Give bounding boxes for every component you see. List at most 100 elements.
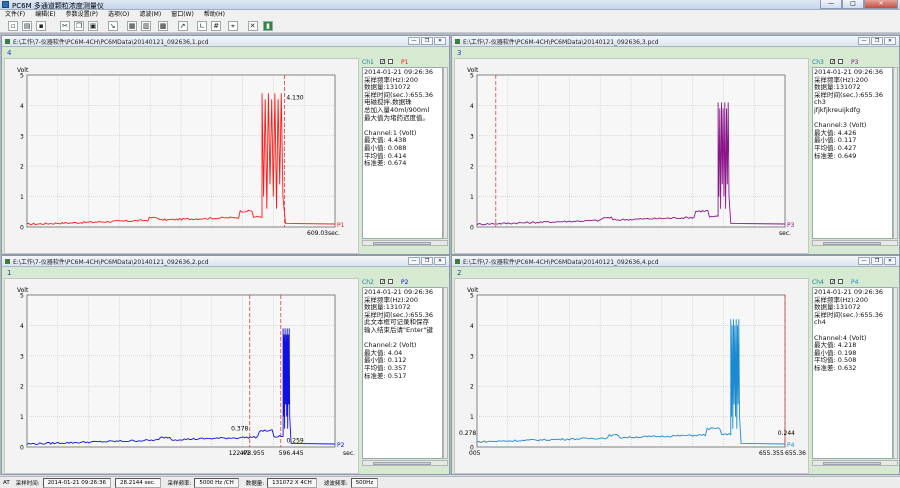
info-panel: Ch3 ✓ P3 2014-01-21 09:26:36 采样频率(Hz):200… <box>811 58 898 254</box>
close-icon[interactable]: ✕ <box>247 21 258 31</box>
new-icon[interactable]: ▫ <box>8 21 19 31</box>
menu-file[interactable]: 文件(F) <box>0 10 30 19</box>
checkbox[interactable]: ✓ <box>830 279 835 285</box>
minimize-button[interactable]: — <box>820 0 842 9</box>
child-close-button[interactable]: ✕ <box>434 257 446 265</box>
scroll-thumb[interactable] <box>823 242 881 245</box>
child-restore-button[interactable]: ❐ <box>421 257 433 265</box>
checkbox[interactable] <box>838 279 843 284</box>
y-tick-label: 2 <box>20 384 24 391</box>
channel-window-3[interactable]: E:\工作\7-仪器软件\PC6M-4CH\PC6MData\20140121_… <box>1 255 450 475</box>
plot-area[interactable]: 0 1 2 3 4 5 Volt P1 609.03sec. 4.130 <box>4 58 359 254</box>
notes-textbox[interactable]: 2014-01-21 09:26:36 采样频率(Hz):200 数据量:13107… <box>362 67 443 239</box>
table-icon[interactable]: ▥ <box>141 21 152 31</box>
notes-textbox[interactable]: 2014-01-21 09:26:36 采样频率(Hz):200 数据量:13107… <box>812 67 893 239</box>
y-tick-label: 1 <box>470 414 474 421</box>
export-icon[interactable]: ↗ <box>177 21 188 31</box>
child-title-bar[interactable]: E:\工作\7-仪器软件\PC6M-4CH\PC6MData\20140121_… <box>452 36 899 47</box>
scroll-thumb[interactable] <box>373 242 431 245</box>
series-end-label: P2 <box>337 442 345 449</box>
y-tick-label: 0 <box>470 225 474 232</box>
paste-icon[interactable]: ▣ <box>88 21 98 31</box>
print-icon[interactable]: ▩ <box>158 21 168 31</box>
channel-window-4[interactable]: E:\工作\7-仪器软件\PC6M-4CH\PC6MData\20140121_… <box>451 255 900 475</box>
status-prefix: AT <box>3 479 10 486</box>
x-marker-label: 122.49 <box>229 450 250 457</box>
line-chart[interactable]: 012345VoltP3sec. <box>455 59 808 253</box>
menu-options[interactable]: 选项(O) <box>103 10 134 19</box>
info-line: 标准差: 0.649 <box>814 151 857 160</box>
checkbox[interactable]: ✓ <box>380 279 385 285</box>
series-id: P4 <box>851 279 859 286</box>
save-icon[interactable]: ▪ <box>36 21 47 31</box>
cut-icon[interactable]: ✂ <box>60 21 70 31</box>
child-title-bar[interactable]: E:\工作\7-仪器软件\PC6M-4CH\PC6MData\20140121_… <box>2 256 449 267</box>
line-chart[interactable]: 012345VoltP2473.955122.49 596.445 sec.0.37… <box>5 279 358 473</box>
menu-filter[interactable]: 滤波(M) <box>134 10 166 19</box>
notes-textbox[interactable]: 2014-01-21 09:26:36 采样频率(Hz):200 数据量:13107… <box>362 287 443 459</box>
horizontal-scrollbar[interactable] <box>812 240 898 246</box>
plot-area[interactable]: 0 1 2 3 4 5 Volt P3 sec. <box>454 58 809 254</box>
menu-edit[interactable]: 编辑(E) <box>30 10 60 19</box>
y-tick-label: 1 <box>20 414 24 421</box>
scroll-thumb[interactable] <box>823 462 881 465</box>
x-marker-label: 655.355 <box>759 450 784 457</box>
child-restore-button[interactable]: ❐ <box>871 257 883 265</box>
child-close-button[interactable]: ✕ <box>884 257 896 265</box>
checkbox[interactable] <box>388 279 393 284</box>
zoom-icon[interactable]: ↘ <box>107 21 118 31</box>
child-minimize-button[interactable]: — <box>408 257 420 265</box>
status-value: 28.2144 sec. <box>114 477 161 488</box>
cursor-icon[interactable]: ⌖ <box>228 21 238 31</box>
vertical-scrollbar[interactable] <box>893 287 898 459</box>
menu-help[interactable]: 帮助(H) <box>199 10 230 19</box>
close-button[interactable]: ✕ <box>864 0 898 9</box>
open-icon[interactable]: ▤ <box>22 21 33 31</box>
child-close-button[interactable]: ✕ <box>434 37 446 45</box>
child-restore-button[interactable]: ❐ <box>871 37 883 45</box>
y-tick-label: 3 <box>20 353 24 360</box>
menu-params[interactable]: 参数设置(P) <box>61 10 103 19</box>
copy-icon[interactable]: ❐ <box>74 21 84 31</box>
checkbox[interactable]: ✓ <box>380 59 385 65</box>
line-chart[interactable]: 012345VoltP1609.03sec.4.130 <box>5 59 358 253</box>
y-tick-label: 2 <box>470 164 474 171</box>
y-axis-label: Volt <box>467 287 479 294</box>
child-restore-button[interactable]: ❐ <box>421 37 433 45</box>
child-title-bar[interactable]: E:\工作\7-仪器软件\PC6M-4CH\PC6MData\20140121_… <box>452 256 899 267</box>
child-minimize-button[interactable]: — <box>408 37 420 45</box>
horizontal-scrollbar[interactable] <box>812 460 898 466</box>
checkbox[interactable] <box>838 59 843 64</box>
vertical-scrollbar[interactable] <box>443 287 448 459</box>
menu-bar: 文件(F) 编辑(E) 参数设置(P) 选项(O) 滤波(M) 窗口(W) 帮助… <box>0 10 900 19</box>
horizontal-scrollbar[interactable] <box>362 240 448 246</box>
checkbox[interactable]: ✓ <box>830 59 835 65</box>
child-minimize-button[interactable]: — <box>858 37 870 45</box>
vertical-scrollbar[interactable] <box>443 67 448 239</box>
checkbox[interactable] <box>388 59 393 64</box>
axis-icon[interactable]: ∟ <box>197 21 208 31</box>
plot-area[interactable]: 0 1 2 3 4 5 Volt P2 473.955 122.49 596.445 sec. 0.37… <box>4 278 359 474</box>
channel-window-2[interactable]: E:\工作\7-仪器软件\PC6M-4CH\PC6MData\20140121_… <box>451 35 900 255</box>
scroll-thumb[interactable] <box>373 462 431 465</box>
book-icon[interactable]: ▮ <box>263 21 273 31</box>
maximize-button[interactable]: □ <box>842 0 864 9</box>
line-chart[interactable]: 012345VoltP4005 655.355 655.360.278 0.244 <box>455 279 808 473</box>
channel-window-1[interactable]: E:\工作\7-仪器软件\PC6M-4CH\PC6MData\20140121_… <box>1 35 450 255</box>
plot-area[interactable]: 0 1 2 3 4 5 Volt P4 005 655.355 655.36 0.278 0.244 <box>454 278 809 474</box>
grid-icon[interactable]: # <box>211 21 222 31</box>
status-key: 滤波频率: <box>323 480 348 487</box>
value-annotation: 0.278 <box>459 430 476 437</box>
child-close-button[interactable]: ✕ <box>884 37 896 45</box>
chart-icon[interactable]: ▦ <box>127 21 138 31</box>
y-tick-label: 4 <box>470 323 474 330</box>
status-bar: AT 采样时间: 2014-01-21 09:26:36 28.2144 sec. 采… <box>0 476 900 488</box>
value-annotation: 0.259 <box>287 437 304 444</box>
child-title-bar[interactable]: E:\工作\7-仪器软件\PC6M-4CH\PC6MData\20140121_… <box>2 36 449 47</box>
child-minimize-button[interactable]: — <box>858 257 870 265</box>
vertical-scrollbar[interactable] <box>893 67 898 239</box>
window-number: 1 <box>7 269 12 277</box>
notes-textbox[interactable]: 2014-01-21 09:26:36 采样频率(Hz):200 数据量:13107… <box>812 287 893 459</box>
menu-window[interactable]: 窗口(W) <box>166 10 199 19</box>
horizontal-scrollbar[interactable] <box>362 460 448 466</box>
